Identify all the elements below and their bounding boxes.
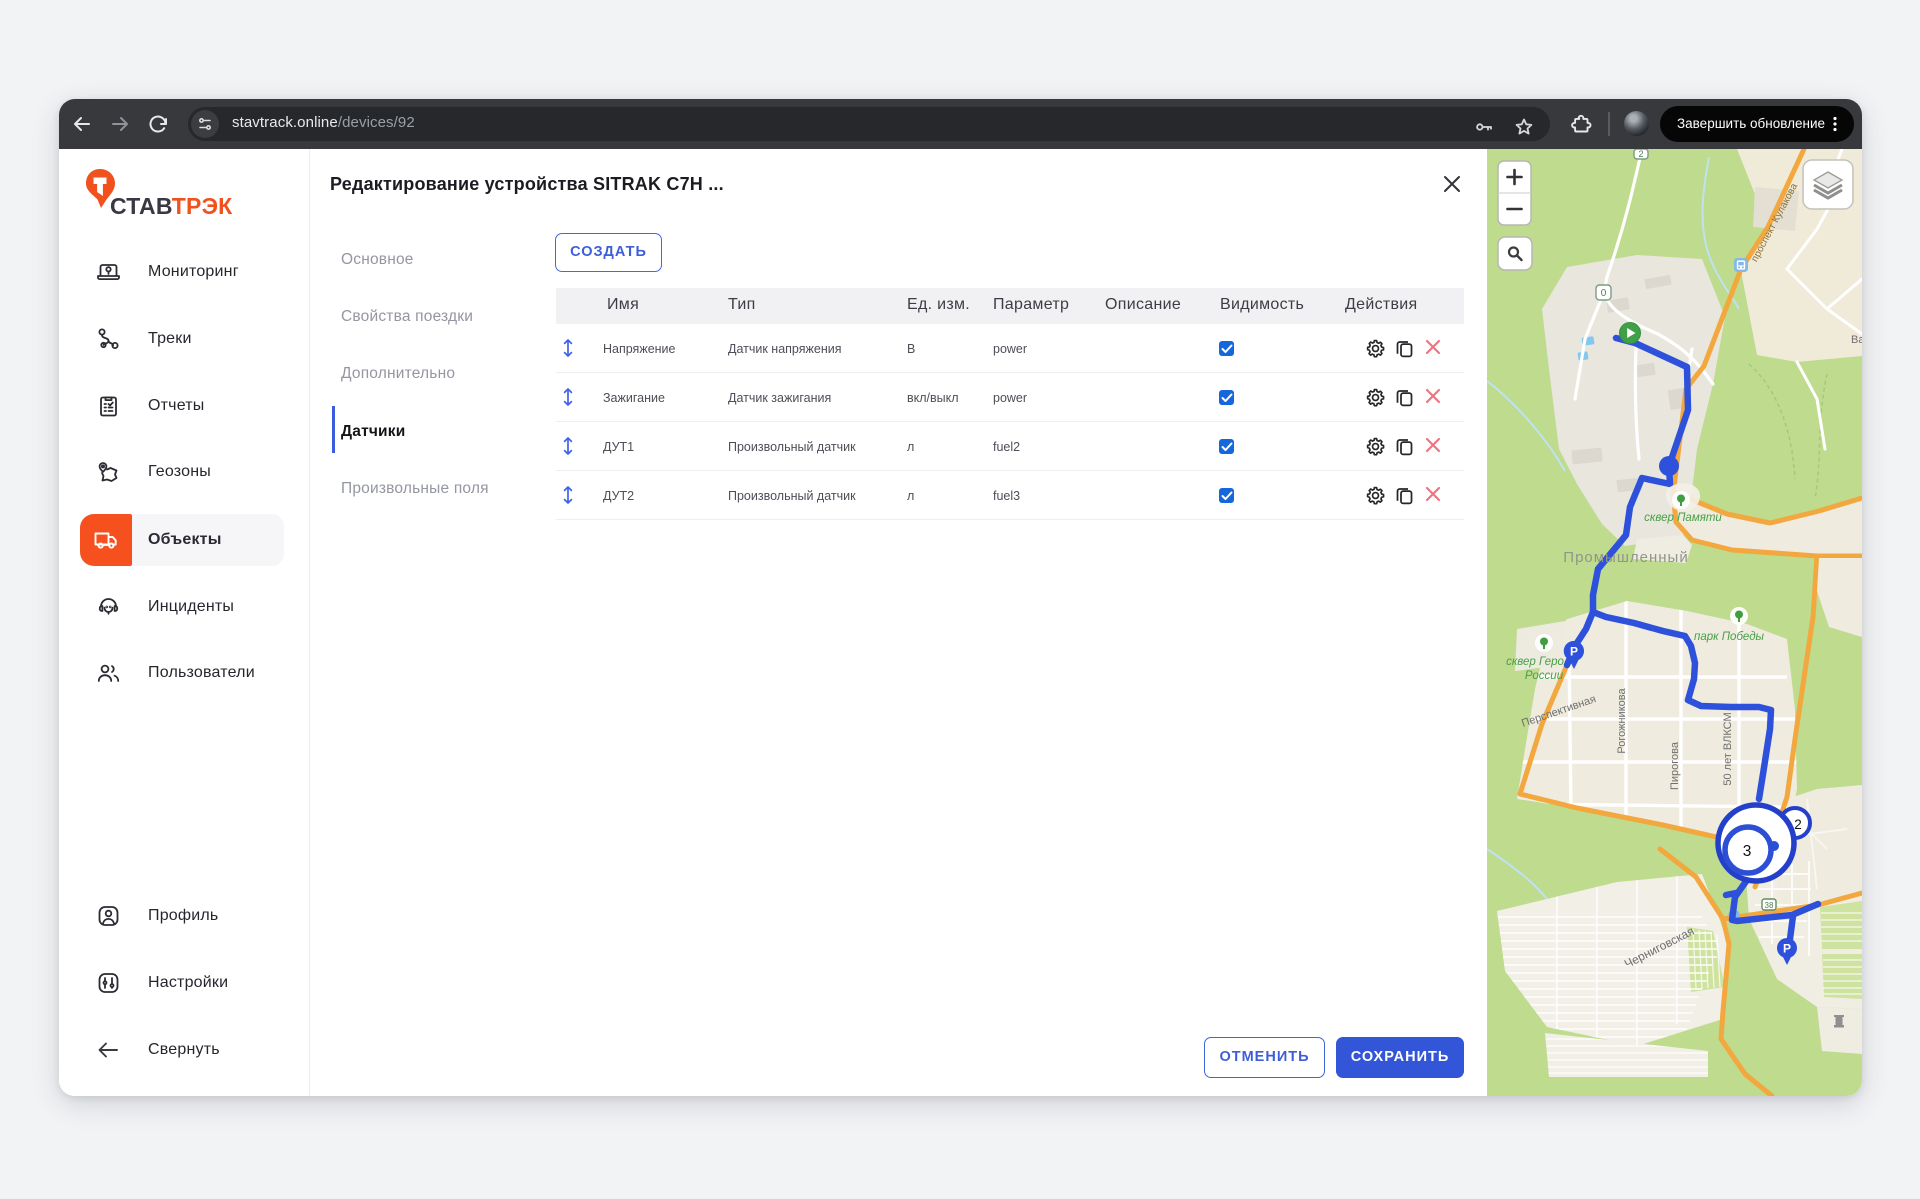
svg-text:Промышленный: Промышленный bbox=[1563, 549, 1688, 566]
svg-text:Пирогова: Пирогова bbox=[1669, 741, 1681, 790]
svg-text:Рогожникова: Рогожникова bbox=[1616, 688, 1628, 754]
svg-text:сквер Геро: сквер Геро bbox=[1506, 656, 1564, 668]
svg-text:P: P bbox=[1783, 942, 1791, 956]
svg-text:парк Победы: парк Победы bbox=[1694, 631, 1765, 643]
svg-text:0: 0 bbox=[1601, 288, 1607, 299]
svg-text:России: России bbox=[1525, 670, 1564, 682]
svg-text:50 лет ВЛКСМ: 50 лет ВЛКСМ bbox=[1722, 712, 1734, 785]
svg-text:P: P bbox=[1570, 645, 1578, 659]
svg-text:сквер Памяти: сквер Памяти bbox=[1644, 512, 1722, 524]
svg-text:38: 38 bbox=[1765, 901, 1774, 910]
svg-text:Вас: Вас bbox=[1851, 334, 1862, 346]
svg-text:2: 2 bbox=[1638, 149, 1643, 159]
svg-text:3: 3 bbox=[1743, 843, 1752, 860]
svg-text:2: 2 bbox=[1794, 817, 1802, 832]
